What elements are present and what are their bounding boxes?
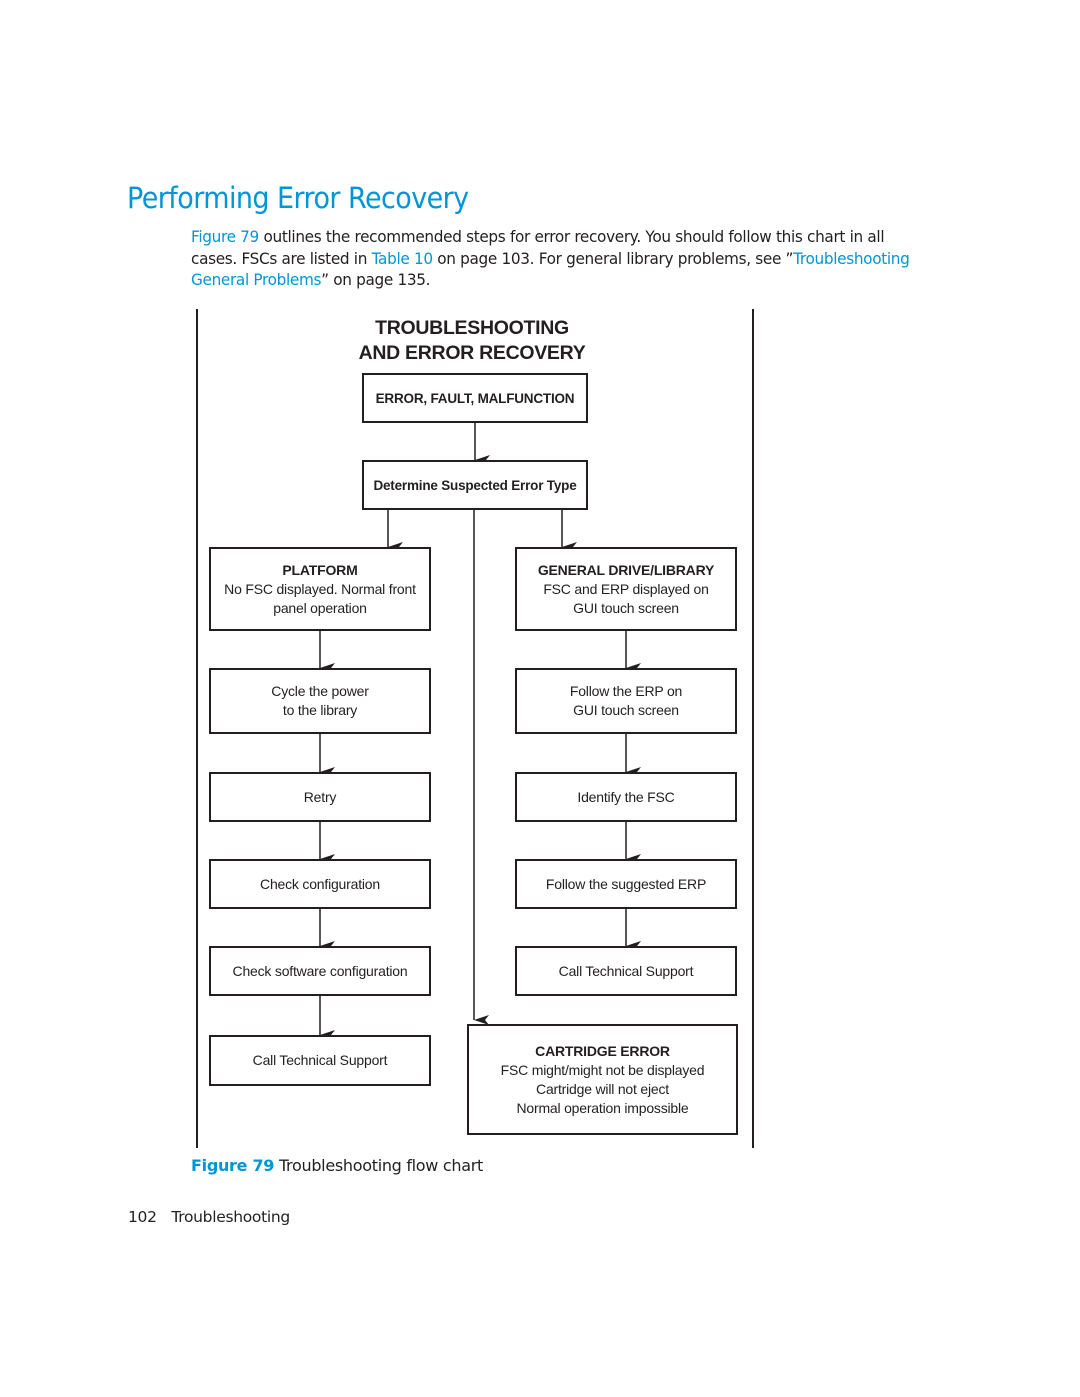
box-retry: Retry	[209, 772, 431, 822]
box-line: FSC might/might not be displayed	[500, 1061, 705, 1078]
box-platform-call-technical-support: Call Technical Support	[209, 1035, 431, 1086]
box-line: Follow the ERP on	[569, 683, 683, 699]
box-cycle-power: Cycle the power to the library	[209, 668, 431, 734]
box-follow-suggested-erp: Follow the suggested ERP	[515, 859, 737, 909]
box-line: GUI touch screen	[573, 599, 679, 616]
box-line: GUI touch screen	[573, 702, 679, 718]
box-platform: PLATFORM No FSC displayed. Normal front …	[209, 547, 431, 631]
box-error-fault-malfunction: ERROR, FAULT, MALFUNCTION	[362, 373, 588, 423]
footer-section: Troubleshooting	[171, 1208, 290, 1226]
box-determine-error-type: Determine Suspected Error Type	[362, 460, 588, 510]
box-heading: CARTRIDGE ERROR	[535, 1042, 670, 1059]
figure-caption-label: Figure 79	[191, 1156, 275, 1175]
page-footer: 102 Troubleshooting	[128, 1208, 290, 1226]
box-heading: PLATFORM	[282, 561, 358, 578]
box-label: ERROR, FAULT, MALFUNCTION	[375, 390, 575, 406]
flowchart-title-line1: TROUBLESHOOTING	[375, 317, 569, 339]
box-line: Retry	[303, 788, 337, 805]
box-line: Cycle the power	[271, 683, 369, 699]
box-check-configuration: Check configuration	[209, 859, 431, 909]
box-line: panel operation	[273, 599, 367, 616]
page-number: 102	[128, 1208, 157, 1226]
box-follow-erp: Follow the ERP on GUI touch screen	[515, 668, 737, 734]
box-line: Call Technical Support	[252, 1052, 388, 1068]
box-line: Cartridge will not eject	[536, 1080, 669, 1097]
flowchart-title: TROUBLESHOOTING AND ERROR RECOVERY	[300, 316, 644, 366]
flowchart-title-line2: AND ERROR RECOVERY	[358, 342, 586, 364]
box-identify-fsc: Identify the FSC	[515, 772, 737, 822]
box-general-drive-library: GENERAL DRIVE/LIBRARY FSC and ERP displa…	[515, 547, 737, 631]
box-line: to the library	[282, 702, 358, 718]
box-line: Check software configuration	[232, 962, 408, 979]
box-cartridge-error: CARTRIDGE ERROR FSC might/might not be d…	[467, 1024, 738, 1135]
box-line: Normal operation impossible	[516, 1099, 689, 1116]
box-line: FSC and ERP displayed on	[543, 580, 709, 597]
box-line: Follow the suggested ERP	[545, 875, 707, 892]
box-heading: GENERAL DRIVE/LIBRARY	[537, 561, 715, 578]
box-line: Identify the FSC	[577, 788, 675, 805]
box-line: No FSC displayed. Normal front	[224, 580, 416, 597]
box-line: Check configuration	[260, 875, 380, 892]
box-check-software-configuration: Check software configuration	[209, 946, 431, 996]
figure-caption-text: Troubleshooting flow chart	[278, 1156, 483, 1175]
box-general-call-technical-support: Call Technical Support	[515, 946, 737, 996]
box-line: Call Technical Support	[558, 962, 694, 979]
figure-caption: Figure 79 Troubleshooting flow chart	[191, 1156, 483, 1175]
box-label: Determine Suspected Error Type	[373, 477, 577, 493]
